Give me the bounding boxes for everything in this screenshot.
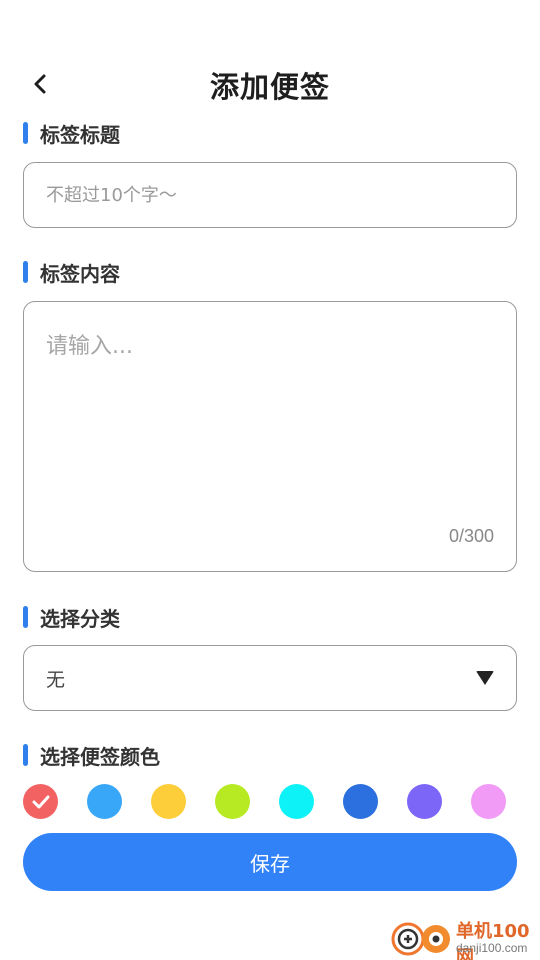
color-swatch[interactable] [87, 784, 122, 819]
page-title: 添加便签 [209, 70, 330, 104]
category-section-label: 选择分类 [23, 604, 120, 631]
title-input-box [23, 162, 517, 228]
color-swatch[interactable] [343, 784, 378, 819]
label-accent-bar [23, 744, 28, 766]
category-select[interactable]: 无 [23, 645, 517, 711]
label-accent-bar [23, 122, 28, 144]
color-swatch[interactable] [215, 784, 250, 819]
content-section-label: 标签内容 [23, 259, 120, 286]
header: 添加便签 [0, 56, 540, 112]
content-input-box: 0/300 [23, 301, 517, 572]
content-section-label-text: 标签内容 [40, 261, 120, 286]
category-selected-value: 无 [46, 668, 66, 691]
caret-down-icon [476, 671, 494, 685]
color-swatch[interactable] [23, 784, 58, 819]
content-textarea[interactable] [24, 302, 516, 512]
watermark: 单机100网 danji100.com [390, 915, 540, 960]
character-counter: 0/300 [448, 526, 494, 546]
category-section-label-text: 选择分类 [40, 606, 120, 631]
color-swatch[interactable] [279, 784, 314, 819]
check-icon [32, 795, 49, 808]
title-section-label: 标签标题 [23, 120, 120, 147]
color-section-label: 选择便签颜色 [23, 742, 160, 769]
title-section-label-text: 标签标题 [40, 122, 120, 147]
color-swatch-row [23, 784, 517, 820]
label-accent-bar [23, 606, 28, 628]
watermark-url: danji100.com [456, 941, 528, 955]
watermark-logo-icon [391, 922, 450, 956]
color-swatch[interactable] [471, 784, 506, 819]
label-accent-bar [23, 261, 28, 283]
color-swatch[interactable] [407, 784, 442, 819]
title-input[interactable] [24, 163, 516, 227]
color-section-label-text: 选择便签颜色 [40, 744, 160, 769]
save-button[interactable]: 保存 [23, 833, 517, 891]
color-swatch[interactable] [151, 784, 186, 819]
